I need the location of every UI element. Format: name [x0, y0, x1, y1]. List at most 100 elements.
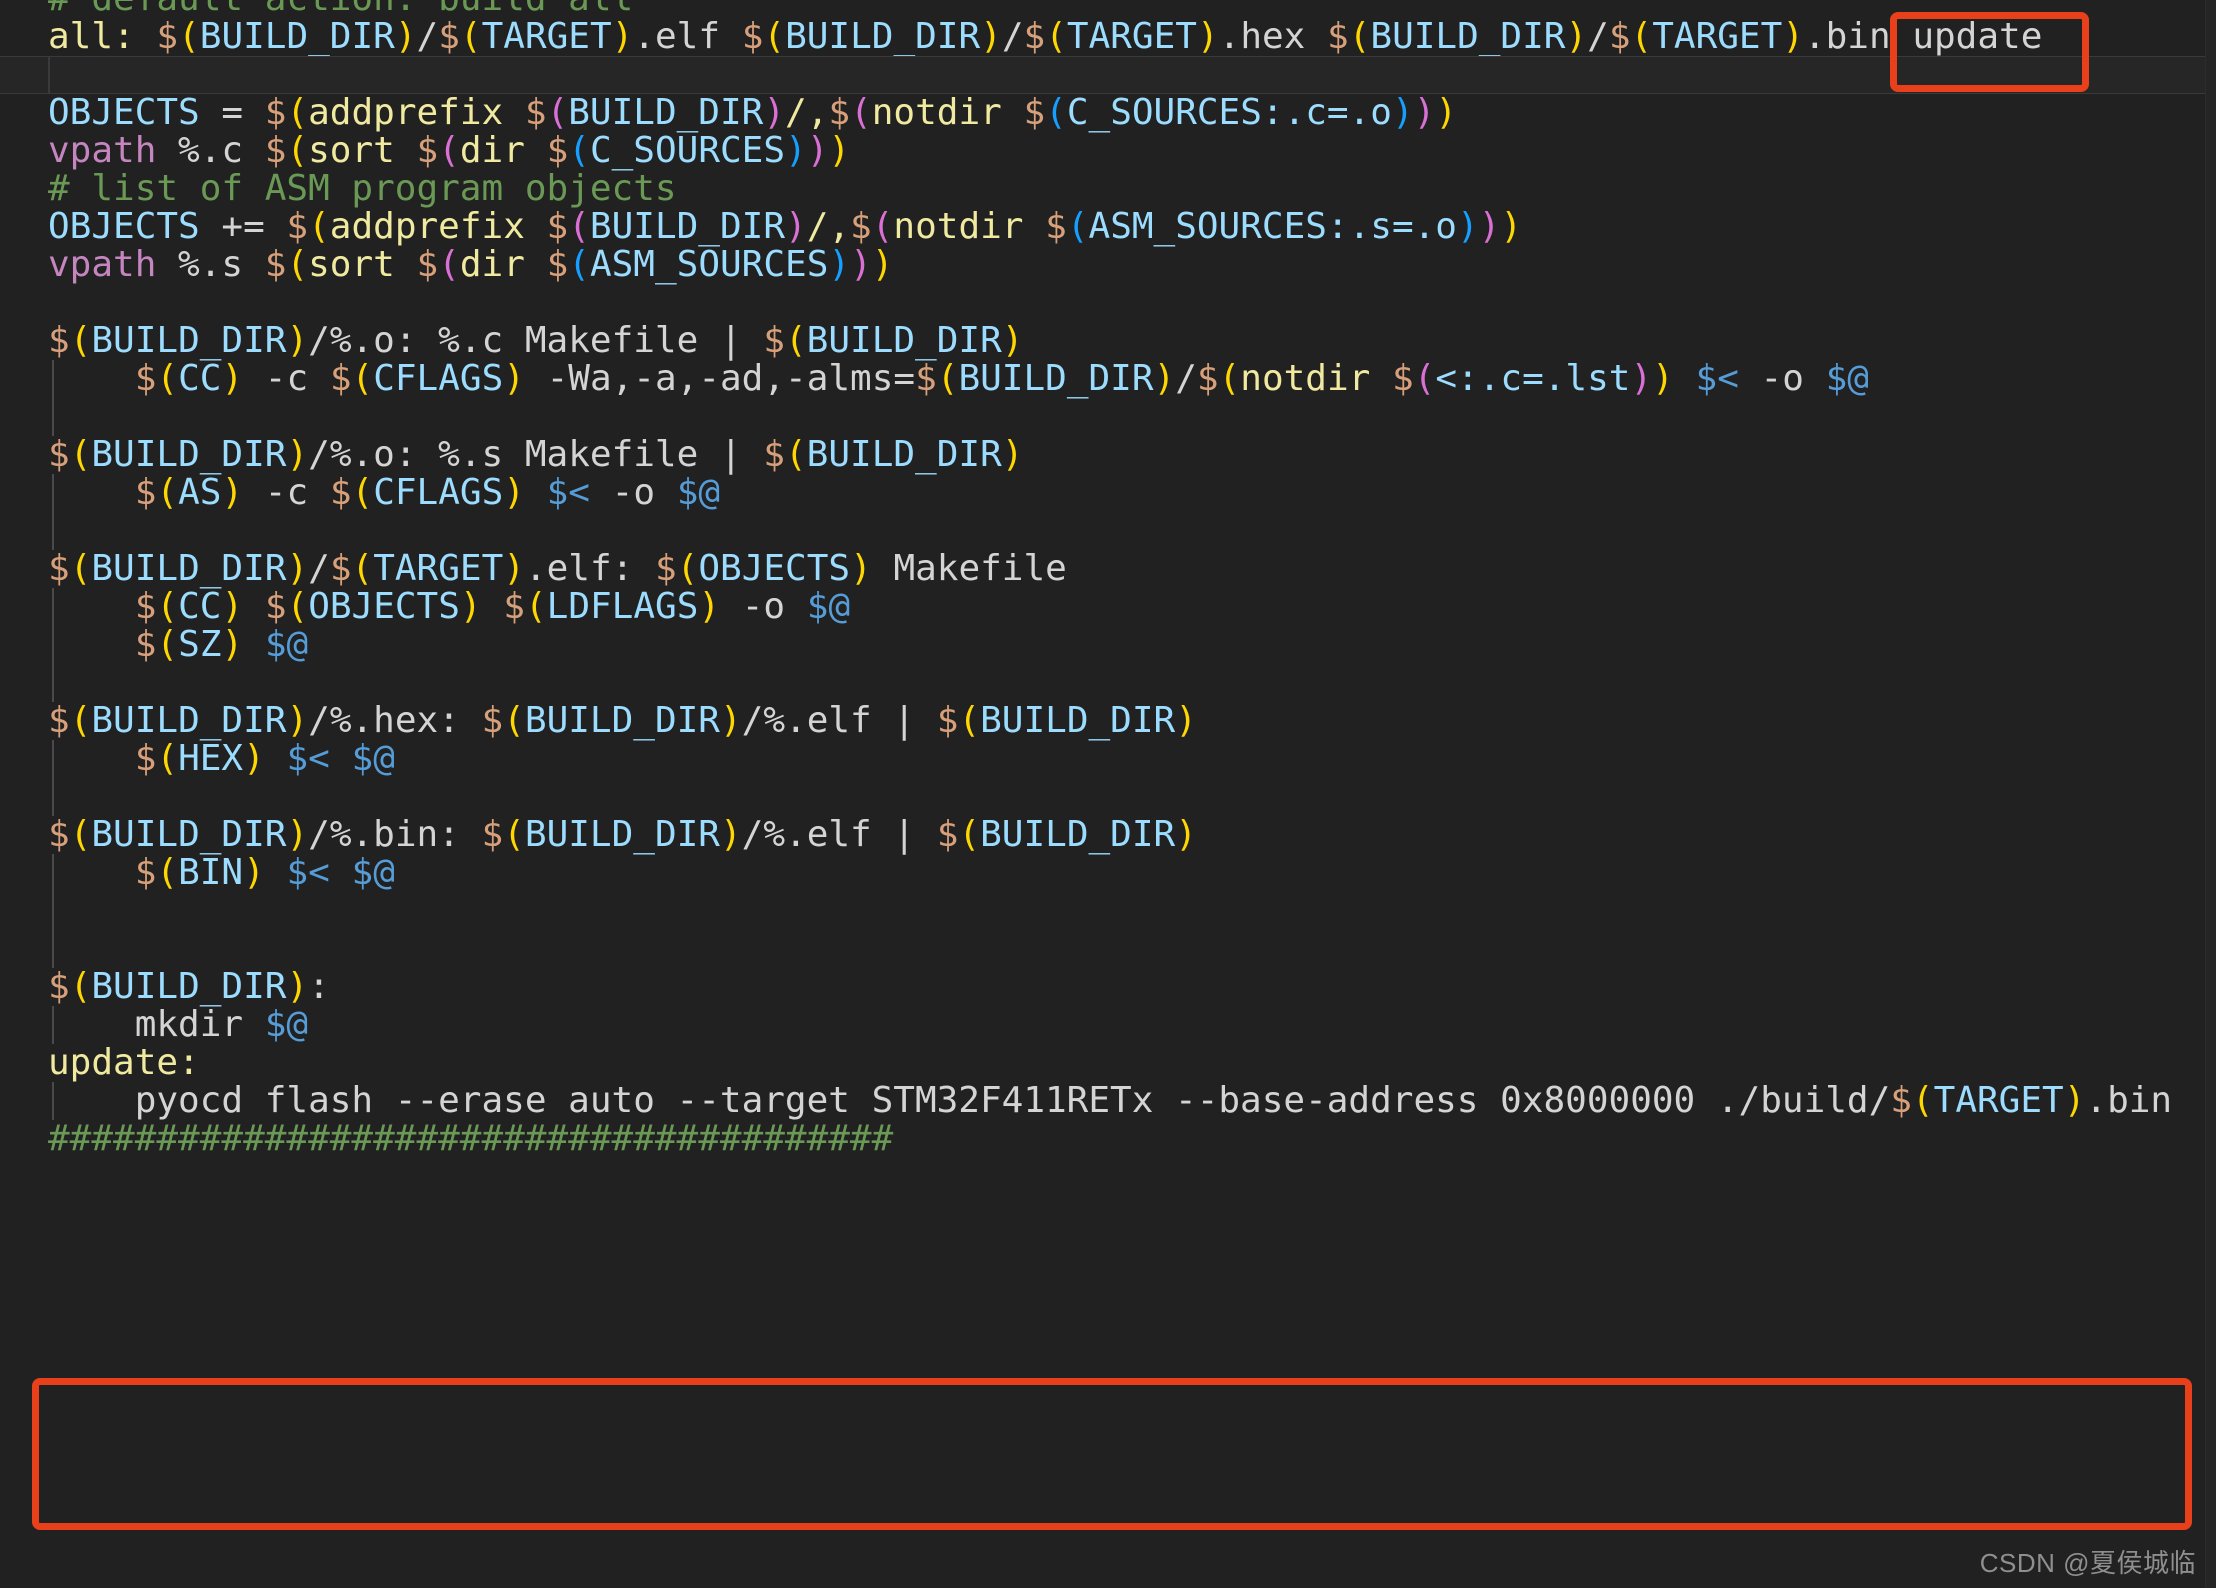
code-line[interactable] — [0, 778, 2216, 816]
code-token: $ — [1890, 1080, 1912, 1121]
code-token: ( — [1912, 1080, 1934, 1121]
code-token: ( — [178, 16, 200, 57]
code-line[interactable]: $(BIN) $< $@ — [0, 854, 2216, 892]
code-token: CFLAGS — [373, 472, 503, 513]
code-line[interactable]: $(SZ) $@ — [0, 626, 2216, 664]
code-token: ( — [763, 16, 785, 57]
code-token: TARGET — [482, 16, 612, 57]
code-line[interactable]: $(CC) -c $(CFLAGS) -Wa,-a,-ad,-alms=$(BU… — [0, 360, 2216, 398]
code-token: $< — [286, 738, 329, 779]
code-token: $< — [286, 852, 329, 893]
code-token: ( — [1045, 92, 1067, 133]
code-token: ) — [221, 358, 243, 399]
code-token: ASM_SOURCES — [590, 244, 828, 285]
code-token: ( — [460, 16, 482, 57]
code-token: / — [1002, 16, 1024, 57]
code-token: $ — [48, 966, 70, 1007]
code-line[interactable]: mkdir $@ — [0, 1006, 2216, 1044]
code-token: /%.o: %.c Makefile | — [308, 320, 763, 361]
code-token: .elf — [633, 16, 741, 57]
code-line[interactable]: vpath %.s $(sort $(dir $(ASM_SOURCES))) — [0, 246, 2216, 284]
code-token: ) — [395, 16, 417, 57]
code-token: all: — [48, 16, 135, 57]
code-line[interactable]: $(BUILD_DIR)/$(TARGET).elf: $(OBJECTS) M… — [0, 550, 2216, 588]
code-line[interactable] — [0, 664, 2216, 702]
code-token: BUILD_DIR — [91, 320, 286, 361]
code-line[interactable]: $(BUILD_DIR)/%.bin: $(BUILD_DIR)/%.elf |… — [0, 816, 2216, 854]
code-token: /%.o: %.s Makefile | — [308, 434, 763, 475]
code-token: ( — [1067, 206, 1089, 247]
code-token: ( — [70, 966, 92, 1007]
code-token: ( — [677, 548, 699, 589]
code-token: $ — [330, 358, 352, 399]
code-token: C_SOURCES:.c=.o — [1067, 92, 1392, 133]
code-line[interactable] — [0, 930, 2216, 968]
code-token: ) — [763, 92, 785, 133]
code-line[interactable] — [0, 284, 2216, 322]
code-token: ( — [1631, 16, 1653, 57]
code-token: ( — [70, 700, 92, 741]
code-token: $@ — [352, 852, 395, 893]
code-token: BUILD_DIR — [200, 16, 395, 57]
code-content[interactable]: # default action: build allall: $(BUILD_… — [0, 0, 2216, 1158]
code-token: $ — [417, 244, 439, 285]
code-token: ( — [503, 700, 525, 741]
code-token: BUILD_DIR — [807, 434, 1002, 475]
code-line[interactable]: all: $(BUILD_DIR)/$(TARGET).elf $(BUILD_… — [0, 18, 2216, 56]
code-line[interactable] — [0, 56, 2216, 94]
code-token: ) — [785, 130, 807, 171]
code-line[interactable] — [0, 892, 2216, 930]
code-line[interactable]: $(BUILD_DIR)/%.o: %.c Makefile | $(BUILD… — [0, 322, 2216, 360]
code-token: ) — [1435, 92, 1457, 133]
code-token: += — [200, 206, 287, 247]
code-token: BIN — [178, 852, 243, 893]
editor-scrollbar-strip[interactable] — [2205, 0, 2216, 1588]
code-line[interactable]: $(BUILD_DIR): — [0, 968, 2216, 1006]
code-token: $ — [742, 16, 764, 57]
code-line[interactable]: vpath %.c $(sort $(dir $(C_SOURCES))) — [0, 132, 2216, 170]
code-token: ( — [937, 358, 959, 399]
code-token: ( — [70, 814, 92, 855]
code-token: $ — [1609, 16, 1631, 57]
code-token: ( — [70, 548, 92, 589]
code-token — [48, 624, 135, 665]
code-token: $ — [482, 814, 504, 855]
code-line[interactable]: ####################################### — [0, 1120, 2216, 1158]
code-token: ) — [1479, 206, 1501, 247]
code-token: ( — [70, 434, 92, 475]
code-token: ( — [850, 92, 872, 133]
code-token: $ — [135, 852, 157, 893]
code-line[interactable]: OBJECTS = $(addprefix $(BUILD_DIR)/,$(no… — [0, 94, 2216, 132]
code-line[interactable]: $(HEX) $< $@ — [0, 740, 2216, 778]
code-line[interactable]: $(CC) $(OBJECTS) $(LDFLAGS) -o $@ — [0, 588, 2216, 626]
code-token: ) — [980, 16, 1002, 57]
code-line[interactable]: $(BUILD_DIR)/%.hex: $(BUILD_DIR)/%.elf |… — [0, 702, 2216, 740]
code-token: ) — [828, 130, 850, 171]
code-token — [243, 624, 265, 665]
code-line[interactable]: $(BUILD_DIR)/%.o: %.s Makefile | $(BUILD… — [0, 436, 2216, 474]
code-editor-viewport[interactable]: # default action: build allall: $(BUILD_… — [0, 0, 2216, 1588]
code-line[interactable]: # list of ASM program objects — [0, 170, 2216, 208]
code-line[interactable]: update: — [0, 1044, 2216, 1082]
code-token — [243, 586, 265, 627]
code-token: ) — [612, 16, 634, 57]
code-token: BUILD_DIR — [91, 548, 286, 589]
code-token: ) — [872, 244, 894, 285]
code-line[interactable] — [0, 398, 2216, 436]
code-token: BUILD_DIR — [525, 814, 720, 855]
code-token: $ — [763, 434, 785, 475]
code-token: Makefile — [872, 548, 1067, 589]
code-line[interactable]: pyocd flash --erase auto --target STM32F… — [0, 1082, 2216, 1120]
code-line[interactable] — [0, 512, 2216, 550]
code-token: LDFLAGS — [547, 586, 699, 627]
code-token: ) — [286, 966, 308, 1007]
code-token: /, — [785, 92, 828, 133]
code-token — [330, 852, 352, 893]
code-token: notdir — [872, 92, 1024, 133]
code-token: / — [417, 16, 439, 57]
code-line[interactable]: OBJECTS += $(addprefix $(BUILD_DIR)/,$(n… — [0, 208, 2216, 246]
code-token: ) — [2064, 1080, 2086, 1121]
code-token: ) — [286, 320, 308, 361]
code-token: /%.elf | — [742, 814, 937, 855]
code-line[interactable]: $(AS) -c $(CFLAGS) $< -o $@ — [0, 474, 2216, 512]
